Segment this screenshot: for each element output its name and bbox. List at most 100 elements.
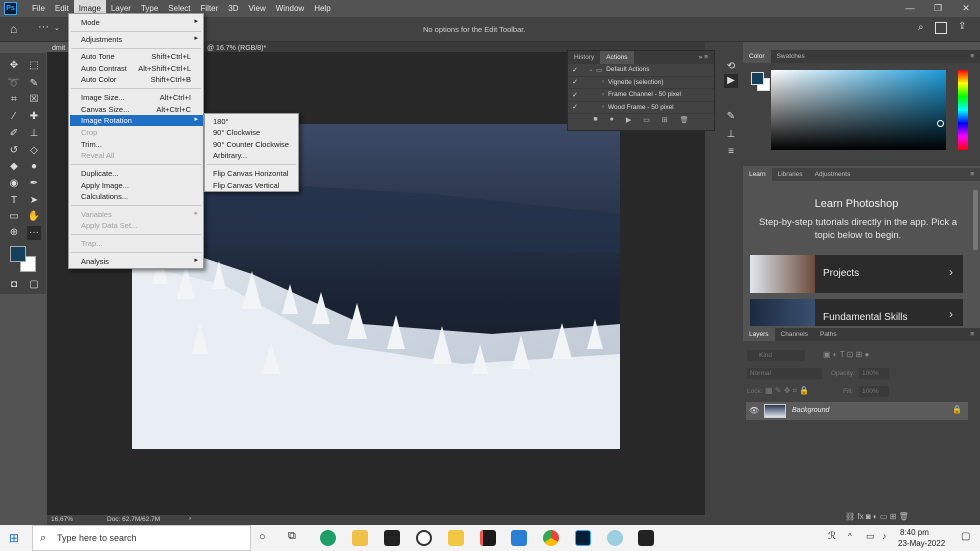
photoshop-logo-icon[interactable]: Ps [4, 2, 17, 15]
paint-bucket-icon[interactable]: ◆ [7, 160, 21, 174]
stop-icon[interactable]: ■ [593, 116, 597, 124]
menu-item-adjustments[interactable]: Adjustments [81, 35, 122, 44]
app-icon[interactable] [607, 530, 623, 546]
history-icon[interactable]: ⟲ [724, 60, 738, 74]
path-select-icon[interactable]: ➤ [27, 194, 41, 208]
menu-item-flip-horizontal[interactable]: Flip Canvas Horizontal [213, 169, 288, 178]
menu-item-arbitrary[interactable]: Arbitrary... [213, 151, 247, 160]
restore-button[interactable]: ❐ [924, 0, 952, 17]
notification-icon[interactable]: ▢ [961, 531, 970, 542]
menu-item-auto-color[interactable]: Auto Color [81, 75, 116, 84]
eyedropper-icon[interactable]: ⁄ [7, 110, 21, 124]
foreground-color-swatch[interactable] [10, 246, 26, 262]
new-set-icon[interactable]: ▭ [643, 116, 650, 124]
photos-icon[interactable] [638, 530, 654, 546]
panel-menu-icon[interactable]: » ≡ [693, 51, 714, 64]
layer-name[interactable]: Background [792, 407, 829, 414]
play-icon[interactable]: ▶ [626, 116, 631, 124]
new-action-icon[interactable]: ⊞ [662, 116, 668, 124]
menu-item-trim[interactable]: Trim... [81, 140, 102, 149]
list-item[interactable]: ✓ ⌄ ▭ Default Actions [568, 64, 714, 77]
tab-paths[interactable]: Paths [814, 328, 843, 341]
menu-file[interactable]: File [27, 0, 50, 17]
clone-source-icon[interactable]: ⊥ [724, 128, 738, 142]
edge-icon[interactable] [320, 530, 336, 546]
clock-date[interactable]: 23-May-2022 [898, 539, 945, 548]
lock-icons[interactable]: ▦ ✎ ✥ ⌗ 🔒 [765, 386, 809, 396]
move-tool-icon[interactable]: ✥ [7, 59, 21, 73]
healing-brush-icon[interactable]: ✚ [27, 110, 41, 124]
task-view-icon[interactable]: ⧉ [288, 530, 296, 543]
panel-menu-icon[interactable]: ≡ [964, 50, 980, 63]
minimize-button[interactable]: — [896, 0, 924, 17]
layer-row[interactable]: 👁 Background 🔒 [746, 402, 968, 420]
fill-field[interactable]: 100% [859, 386, 889, 397]
menu-item-auto-tone[interactable]: Auto Tone [81, 52, 115, 61]
projects-card[interactable]: Projects › [750, 255, 963, 293]
scrollbar[interactable] [973, 190, 978, 250]
tab-swatches[interactable]: Swatches [771, 50, 811, 63]
blur-tool-icon[interactable]: ● [27, 160, 41, 174]
volume-icon[interactable]: ♪ [882, 531, 887, 541]
menu-item-canvas-size[interactable]: Canvas Size... [81, 105, 129, 114]
menu-item-mode[interactable]: Mode [81, 18, 100, 27]
actions-icon[interactable]: ▶ [724, 74, 738, 88]
share-icon[interactable]: ⇪ [958, 21, 966, 32]
tab-learn[interactable]: Learn [743, 168, 772, 181]
intellij-icon[interactable] [480, 530, 496, 546]
status-arrow-icon[interactable]: › [189, 515, 191, 522]
menu-item-image-rotation[interactable]: Image Rotation [81, 116, 132, 125]
chrome-icon[interactable] [543, 530, 559, 546]
tab-actions[interactable]: Actions [600, 51, 634, 64]
list-item[interactable]: ✓ › Wood Frame - 50 pixel [568, 102, 714, 114]
tab-libraries[interactable]: Libraries [772, 168, 809, 181]
crop-tool-icon[interactable]: ⌗ [7, 93, 21, 107]
list-item[interactable]: ✓ › Frame Channel - 50 pixel [568, 89, 714, 102]
quick-mask-icon[interactable]: ◘ [7, 278, 21, 292]
delete-icon[interactable]: 🗑 [680, 116, 689, 124]
edit-toolbar-icon[interactable]: ··· [27, 226, 41, 240]
tab-channels[interactable]: Channels [775, 328, 814, 341]
marquee-tool-icon[interactable]: ⬚ [27, 59, 41, 73]
type-tool-icon[interactable]: T [7, 194, 21, 208]
hand-tool-icon[interactable]: ✋ [27, 210, 41, 224]
menu-item-rotate-90-ccw[interactable]: 90° Counter Clockwise [213, 140, 289, 149]
dodge-tool-icon[interactable]: ◉ [7, 177, 21, 191]
file-explorer-icon[interactable] [352, 530, 368, 546]
pen-tool-icon[interactable]: ✒ [27, 177, 41, 191]
menu-window[interactable]: Window [271, 0, 309, 17]
menu-item-auto-contrast[interactable]: Auto Contrast [81, 64, 127, 73]
quick-select-icon[interactable]: ✎ [27, 77, 41, 91]
zoom-tool-icon[interactable]: ⊕ [7, 226, 21, 240]
menu-item-rotate-180[interactable]: 180° [213, 117, 229, 126]
menu-view[interactable]: View [244, 0, 271, 17]
foreground-swatch[interactable] [751, 72, 764, 85]
visibility-eye-icon[interactable]: 👁 [749, 406, 759, 415]
tab-history[interactable]: History [568, 51, 600, 64]
menu-item-calculations[interactable]: Calculations... [81, 192, 128, 201]
menu-item-duplicate[interactable]: Duplicate... [81, 169, 119, 178]
app-icon[interactable] [416, 530, 432, 546]
blend-mode-select[interactable]: Normal [747, 368, 822, 379]
more-icon[interactable]: ··· [38, 21, 49, 33]
hue-slider[interactable] [958, 70, 968, 150]
eraser-tool-icon[interactable]: ◇ [27, 144, 41, 158]
people-icon[interactable]: ℛ [828, 531, 836, 542]
menu-3d[interactable]: 3D [223, 0, 243, 17]
screen-mode-icon[interactable]: ▢ [27, 278, 41, 292]
sticky-notes-icon[interactable] [448, 530, 464, 546]
clock-time[interactable]: 8:40 pm [900, 528, 929, 537]
brush-tool-icon[interactable]: ✐ [7, 127, 21, 141]
tab-adjustments[interactable]: Adjustments [809, 168, 857, 181]
vscode-icon[interactable] [511, 530, 527, 546]
panel-menu-icon[interactable]: ≡ [964, 328, 980, 341]
color-picker-handle[interactable] [937, 120, 944, 127]
list-item[interactable]: ✓ › Vignette (selection) [568, 77, 714, 89]
menu-item-apply-image[interactable]: Apply Image... [81, 181, 129, 190]
search-icon[interactable]: ⌕ [918, 22, 924, 33]
taskbar-search-input[interactable]: ⌕ Type here to search [32, 525, 251, 551]
close-button[interactable]: ✕ [952, 0, 980, 17]
rectangle-tool-icon[interactable]: ▭ [7, 210, 21, 224]
chevron-down-icon[interactable]: ⌄ [54, 24, 60, 32]
menu-item-flip-vertical[interactable]: Flip Canvas Vertical [213, 181, 279, 190]
